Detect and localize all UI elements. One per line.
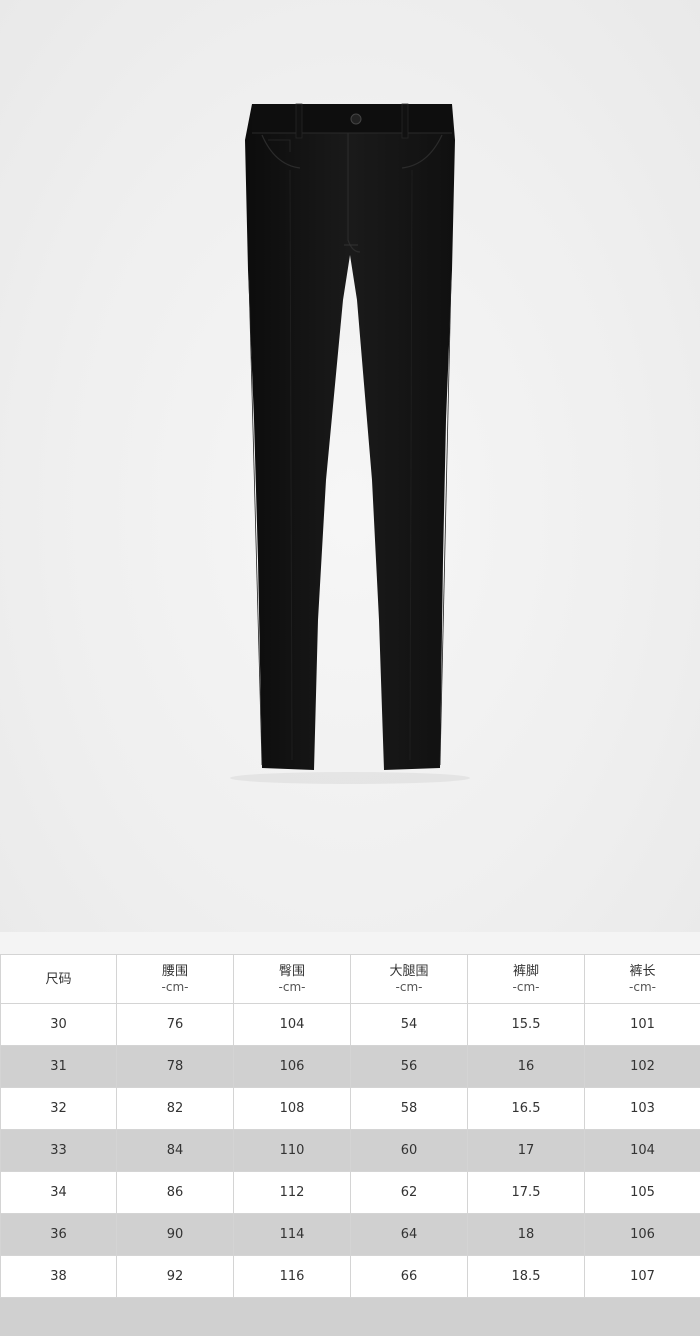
trousers-body: [245, 104, 455, 770]
cell-thigh: 56: [350, 1045, 468, 1088]
cell-waist: 76: [116, 1003, 234, 1046]
product-detail-page: 尺码 腰围 -cm- 臀围 -cm- 大腿围 -cm- 裤脚 -cm- 裤长 -…: [0, 0, 700, 1336]
cell-waist: 82: [116, 1087, 234, 1130]
cell-size: 33: [0, 1129, 117, 1172]
cell-size: 36: [0, 1213, 117, 1256]
trousers-illustration: [230, 103, 470, 784]
cell-leg-opening: 15.5: [467, 1003, 585, 1046]
cell-thigh: 54: [350, 1003, 468, 1046]
cell-waist: 86: [116, 1171, 234, 1214]
cell-hip: 110: [233, 1129, 351, 1172]
table-row: 30 76 104 54 15.5 101: [0, 1003, 700, 1046]
cell-leg-opening: 16.5: [467, 1087, 585, 1130]
size-chart-table: 尺码 腰围 -cm- 臀围 -cm- 大腿围 -cm- 裤脚 -cm- 裤长 -…: [0, 954, 700, 1298]
cell-length: 103: [584, 1087, 700, 1130]
cell-thigh: 60: [350, 1129, 468, 1172]
cell-length: 102: [584, 1045, 700, 1088]
cell-size: 34: [0, 1171, 117, 1214]
cell-length: 105: [584, 1171, 700, 1214]
cell-waist: 90: [116, 1213, 234, 1256]
cell-length: 101: [584, 1003, 700, 1046]
table-row: 33 84 110 60 17 104: [0, 1129, 700, 1172]
cell-hip: 106: [233, 1045, 351, 1088]
cell-leg-opening: 17.5: [467, 1171, 585, 1214]
table-row: 38 92 116 66 18.5 107: [0, 1255, 700, 1298]
header-size: 尺码: [0, 954, 117, 1004]
cell-hip: 116: [233, 1255, 351, 1298]
table-row: 32 82 108 58 16.5 103: [0, 1087, 700, 1130]
cell-size: 31: [0, 1045, 117, 1088]
cell-leg-opening: 16: [467, 1045, 585, 1088]
table-row: 34 86 112 62 17.5 105: [0, 1171, 700, 1214]
header-length: 裤长 -cm-: [584, 954, 700, 1004]
cell-waist: 78: [116, 1045, 234, 1088]
header-leg-opening: 裤脚 -cm-: [467, 954, 585, 1004]
cell-size: 38: [0, 1255, 117, 1298]
cell-length: 107: [584, 1255, 700, 1298]
cell-size: 30: [0, 1003, 117, 1046]
section-divider: [0, 932, 700, 954]
cell-hip: 114: [233, 1213, 351, 1256]
cell-thigh: 62: [350, 1171, 468, 1214]
cell-leg-opening: 18.5: [467, 1255, 585, 1298]
cell-waist: 84: [116, 1129, 234, 1172]
cell-length: 104: [584, 1129, 700, 1172]
cell-hip: 112: [233, 1171, 351, 1214]
cell-thigh: 64: [350, 1213, 468, 1256]
table-row: 31 78 106 56 16 102: [0, 1045, 700, 1088]
header-hip: 臀围 -cm-: [233, 954, 351, 1004]
cell-hip: 108: [233, 1087, 351, 1130]
header-thigh: 大腿围 -cm-: [350, 954, 468, 1004]
cell-waist: 92: [116, 1255, 234, 1298]
cell-thigh: 66: [350, 1255, 468, 1298]
table-row: 36 90 114 64 18 106: [0, 1213, 700, 1256]
table-footer-band: [0, 1298, 700, 1336]
cell-size: 32: [0, 1087, 117, 1130]
cell-leg-opening: 18: [467, 1213, 585, 1256]
size-chart-header-row: 尺码 腰围 -cm- 臀围 -cm- 大腿围 -cm- 裤脚 -cm- 裤长 -…: [0, 954, 700, 1004]
button-icon: [350, 113, 362, 125]
cell-leg-opening: 17: [467, 1129, 585, 1172]
cell-hip: 104: [233, 1003, 351, 1046]
cell-length: 106: [584, 1213, 700, 1256]
product-photo: [0, 0, 700, 932]
cell-thigh: 58: [350, 1087, 468, 1130]
header-waist: 腰围 -cm-: [116, 954, 234, 1004]
